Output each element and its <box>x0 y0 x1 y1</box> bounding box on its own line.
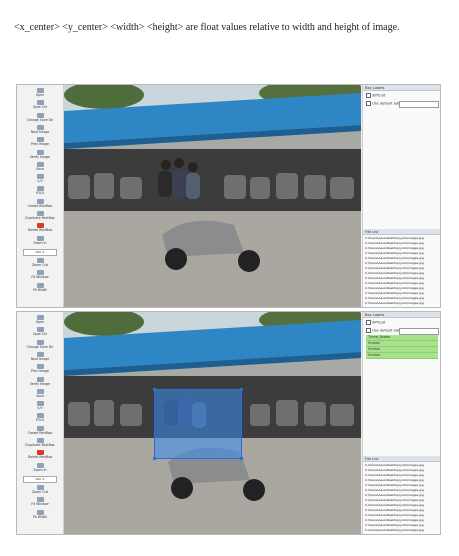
toolbar-button-label: Next Image <box>30 129 50 134</box>
toolbar-button[interactable]: Fit Window <box>19 270 61 280</box>
toolbar-button-label: Zoom Out <box>32 489 48 494</box>
file-list-item[interactable]: C:\Users\Asus\Desktop\yolo\images.jpg <box>365 533 438 534</box>
toolbar-button[interactable]: Create RectBox <box>19 198 61 209</box>
toolbar-button-label: Create RectBox <box>27 430 53 435</box>
toolbar-button[interactable]: Save <box>19 161 61 172</box>
toolbar-button-label: </> <box>36 179 44 184</box>
toolbar-button-label: Fit Width <box>32 287 47 292</box>
toolbar-button-label: Verify Image <box>29 381 51 386</box>
file-list[interactable]: C:\Users\Asus\Desktop\yolo\images.jpg C:\… <box>365 463 438 534</box>
resize-handle[interactable] <box>153 457 156 460</box>
toolbar-button-label: Fit Window <box>31 275 49 280</box>
toolbar-button[interactable]: Delete RectBox <box>19 223 61 233</box>
default-label-input[interactable] <box>399 101 439 108</box>
toolbar-button-label: Open <box>35 93 45 97</box>
toolbar-button[interactable]: Prev Image <box>19 137 61 147</box>
toolbar-button-label: Zoom In <box>33 240 47 245</box>
toolbar-button[interactable]: YOLO <box>19 186 61 196</box>
zoom-input[interactable]: 100 % <box>23 248 57 256</box>
toolbar-button[interactable]: Delete RectBox <box>19 450 61 460</box>
toolbar-button-label: </> <box>36 406 44 411</box>
toolbar-button[interactable]: Open Dir <box>19 327 61 337</box>
caption-text: <x_center> <y_center> <width> <height> a… <box>14 22 400 33</box>
toolbar-button[interactable]: Verify Image <box>19 376 61 387</box>
toolbar-button-label: Delete RectBox <box>27 455 53 460</box>
toolbar: Open Open Dir Change Save Dir Next Image Pre… <box>17 85 64 307</box>
parking-lot-photo <box>64 85 361 307</box>
toolbar-button-label: Zoom Out <box>32 262 48 267</box>
right-panel: Box Labels difficult Use default label F… <box>362 85 440 307</box>
default-label-input[interactable] <box>399 328 439 335</box>
file-list-title: File List <box>363 456 440 462</box>
labelimg-window-before: Open Open Dir Change Save Dir Next Image Pre… <box>16 84 441 308</box>
toolbar-button[interactable]: Change Save Dir <box>19 339 61 350</box>
toolbar-button-label: Duplicate RectBox <box>25 443 55 447</box>
toolbar-button[interactable]: Next Image <box>19 351 61 362</box>
toolbar-button-label: Save <box>36 393 44 398</box>
image-canvas[interactable] <box>64 85 361 307</box>
toolbar-button-label: YOLO <box>35 418 45 423</box>
toolbar-button-label: Prev Image <box>31 369 49 374</box>
resize-handle[interactable] <box>153 388 156 391</box>
toolbar-button-label: Fit Window <box>31 502 49 507</box>
toolbar-button[interactable]: Fit Width <box>19 282 61 293</box>
toolbar-button-label: Change Save Dir <box>26 117 54 122</box>
toolbar-button[interactable]: Zoom Out <box>19 484 61 495</box>
toolbar-button[interactable]: Create RectBox <box>19 425 61 436</box>
toolbar-button[interactable]: Duplicate RectBox <box>19 438 61 448</box>
image-canvas[interactable] <box>64 312 361 534</box>
labelimg-window-after: Open Open Dir Change Save Dir Next Image Pre… <box>16 311 441 535</box>
toolbar-button-label: Save <box>36 166 44 171</box>
right-panel: Box Labels difficult Use default label T… <box>362 312 440 534</box>
toolbar: Open Open Dir Change Save Dir Next Image Pre… <box>17 312 64 534</box>
toolbar-button[interactable]: Fit Window <box>19 497 61 507</box>
file-list[interactable]: C:\Users\Asus\Desktop\yolo\images.jpg C:\… <box>365 236 438 307</box>
label-list-item[interactable]: Human <box>366 353 438 359</box>
zoom-input[interactable]: 100 % <box>23 475 57 483</box>
toolbar-button[interactable]: Verify Image <box>19 149 61 160</box>
toolbar-button-label: Create RectBox <box>27 203 53 208</box>
box-labels-title: Box Labels <box>363 312 440 318</box>
toolbar-button[interactable]: Open <box>19 315 61 325</box>
toolbar-button[interactable]: </> <box>19 401 61 411</box>
toolbar-button[interactable]: Zoom In <box>19 462 61 473</box>
toolbar-button-label: Fit Width <box>32 514 47 519</box>
toolbar-button[interactable]: Zoom Out <box>19 257 61 268</box>
file-list-title: File List <box>363 229 440 235</box>
toolbar-button-label: Open Dir <box>32 332 48 337</box>
toolbar-button[interactable]: Fit Width <box>19 509 61 520</box>
toolbar-button[interactable]: Save <box>19 388 61 399</box>
toolbar-button[interactable]: Duplicate RectBox <box>19 211 61 221</box>
toolbar-button[interactable]: YOLO <box>19 413 61 423</box>
toolbar-button-label: Open <box>35 320 45 324</box>
toolbar-button-label: Prev Image <box>31 142 49 147</box>
toolbar-button-label: Duplicate RectBox <box>25 216 55 220</box>
toolbar-button-label: Next Image <box>30 356 50 361</box>
box-labels-title: Box Labels <box>363 85 440 91</box>
toolbar-button-label: Zoom In <box>33 467 47 472</box>
toolbar-button[interactable]: Open Dir <box>19 100 61 110</box>
label-list[interactable]: Three_Seater Human Human Human <box>366 335 438 359</box>
bounding-box[interactable] <box>153 388 243 460</box>
use-default-label-checkbox[interactable]: Use default label <box>366 101 402 107</box>
toolbar-button-label: Delete RectBox <box>27 228 53 233</box>
resize-handle[interactable] <box>240 457 243 460</box>
toolbar-button-label: Change Save Dir <box>26 344 54 349</box>
difficult-checkbox[interactable]: difficult <box>366 93 385 99</box>
toolbar-button[interactable]: Next Image <box>19 124 61 135</box>
resize-handle[interactable] <box>240 388 243 391</box>
toolbar-button[interactable]: Zoom In <box>19 235 61 246</box>
difficult-checkbox[interactable]: difficult <box>366 320 385 326</box>
toolbar-button[interactable]: Prev Image <box>19 364 61 374</box>
file-list-item[interactable]: C:\Users\Asus\Desktop\yolo\images.jpg <box>365 306 438 307</box>
toolbar-button-label: YOLO <box>35 191 45 196</box>
toolbar-button-label: Verify Image <box>29 154 51 159</box>
toolbar-button[interactable]: Open <box>19 88 61 98</box>
use-default-label-checkbox[interactable]: Use default label <box>366 328 402 334</box>
toolbar-button[interactable]: </> <box>19 174 61 184</box>
toolbar-button-label: Open Dir <box>32 105 48 110</box>
toolbar-button[interactable]: Change Save Dir <box>19 112 61 123</box>
